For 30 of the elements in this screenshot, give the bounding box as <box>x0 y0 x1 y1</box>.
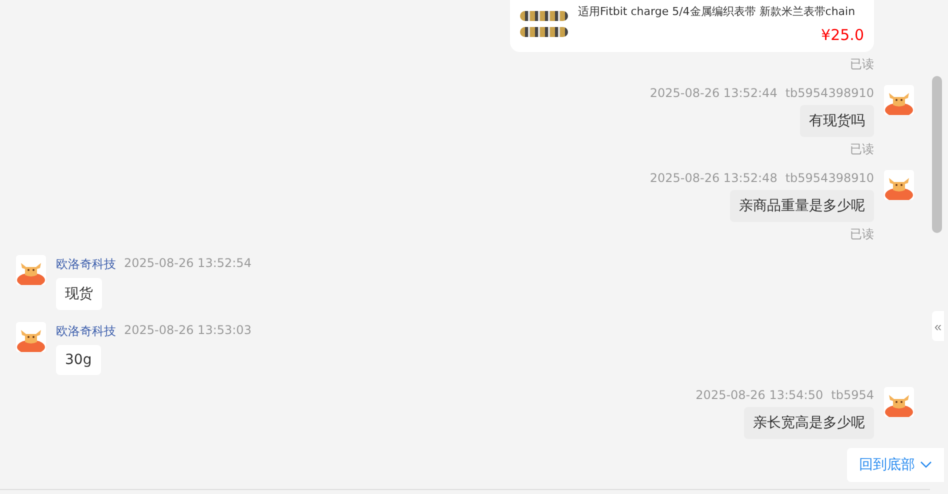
read-receipt: 已读 <box>850 226 874 243</box>
product-price: ¥25.0 <box>821 26 864 44</box>
sender-name: tb5954398910 <box>785 86 874 100</box>
message-time: 2025-08-26 13:52:48 <box>650 171 778 185</box>
message-bubble: 有现货吗 <box>800 105 874 137</box>
product-title: 适用Fitbit charge 5/4金属编织表带 新款米兰表带chain <box>578 4 856 19</box>
message-bubble: 现货 <box>56 278 102 310</box>
message-bubble: 30g <box>56 345 101 375</box>
cow-avatar-icon <box>16 322 46 352</box>
message-time: 2025-08-26 13:52:54 <box>124 256 252 272</box>
message-time: 2025-08-26 13:54:50 <box>696 388 824 402</box>
product-card[interactable]: 适用Fitbit charge 5/4金属编织表带 新款米兰表带chain ¥25.0 <box>510 0 874 52</box>
sender-name: tb5954 <box>831 388 874 402</box>
cow-avatar-icon <box>16 255 46 285</box>
read-receipt: 已读 <box>850 141 874 158</box>
sender-name: tb5954398910 <box>785 171 874 185</box>
message-time: 2025-08-26 13:53:03 <box>124 323 252 339</box>
message-bubble: 亲商品重量是多少呢 <box>730 190 874 222</box>
scroll-to-bottom-button[interactable]: 回到底部 <box>847 448 944 482</box>
message-bubble: 亲长宽高是多少呢 <box>744 407 874 439</box>
chevron-down-icon <box>920 461 932 469</box>
cow-avatar-icon <box>884 387 914 417</box>
collapse-button[interactable]: « <box>932 311 944 341</box>
message-time: 2025-08-26 13:52:44 <box>650 86 778 100</box>
sender-name: 欧洛奇科技 <box>56 323 116 340</box>
cow-avatar-icon <box>884 85 914 115</box>
read-receipt: 已读 <box>850 56 874 73</box>
scrollbar[interactable] <box>932 76 942 233</box>
cow-avatar-icon <box>884 170 914 200</box>
sender-name: 欧洛奇科技 <box>56 256 116 273</box>
